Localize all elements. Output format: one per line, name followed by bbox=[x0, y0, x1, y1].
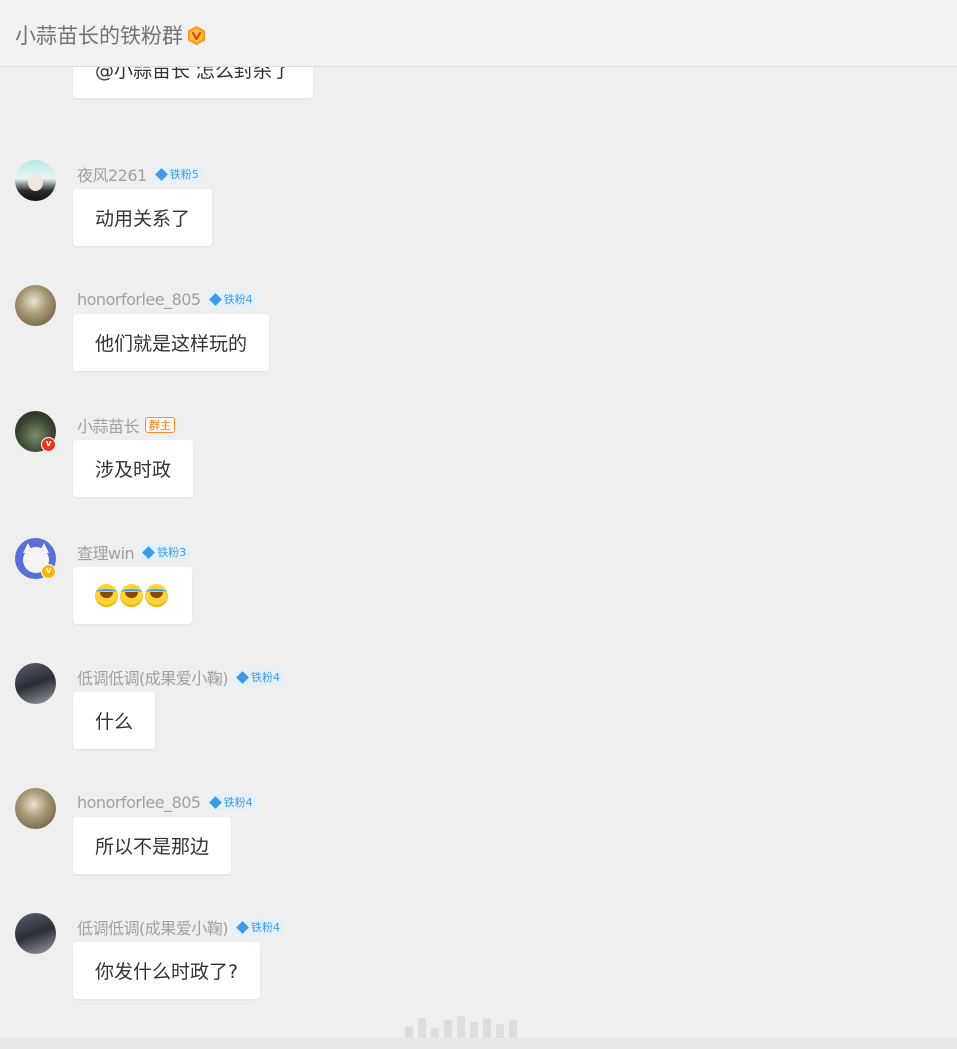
diamond-icon bbox=[236, 920, 249, 934]
sender-info: honorforlee_805 铁粉4 bbox=[77, 289, 257, 309]
avatar[interactable]: v bbox=[15, 538, 56, 579]
laugh-cry-emoji bbox=[145, 584, 168, 607]
sender-info: 夜风2261 铁粉5 bbox=[77, 162, 203, 186]
v-vip-icon bbox=[186, 25, 207, 46]
sender-info: 小蒜苗长 群主 bbox=[77, 413, 176, 437]
sender-info: 低调低调(成果爱小鞠) 铁粉4 bbox=[77, 665, 284, 689]
message-bubble[interactable]: @小蒜苗长 怎么封杀了 bbox=[73, 67, 314, 98]
avatar[interactable] bbox=[15, 160, 56, 201]
sender-info: 低调低调(成果爱小鞠) 铁粉4 bbox=[77, 915, 284, 939]
sender-name[interactable]: 夜风2261 bbox=[77, 162, 147, 186]
avatar[interactable]: v bbox=[15, 411, 56, 452]
sender-name[interactable]: 低调低调(成果爱小鞠) bbox=[77, 915, 229, 939]
sender-name[interactable]: honorforlee_805 bbox=[77, 793, 201, 812]
avatar[interactable] bbox=[15, 788, 56, 829]
diamond-icon bbox=[208, 292, 222, 306]
message-bubble[interactable]: 你发什么时政了? bbox=[73, 942, 261, 999]
diamond-icon bbox=[208, 795, 222, 809]
diamond-icon bbox=[154, 167, 168, 181]
message-bubble[interactable]: 动用关系了 bbox=[73, 189, 213, 246]
watermark-bars bbox=[405, 1014, 517, 1040]
laugh-cry-emoji bbox=[120, 584, 143, 607]
chat-header: 小蒜苗长的铁粉群 bbox=[0, 0, 957, 67]
message-bubble[interactable] bbox=[73, 567, 192, 624]
diamond-icon bbox=[142, 545, 156, 559]
group-title[interactable]: 小蒜苗长的铁粉群 bbox=[15, 20, 207, 50]
message-list[interactable]: @小蒜苗长 怎么封杀了 夜风2261 铁粉5 动用关系了 honorforlee… bbox=[0, 67, 957, 1049]
avatar[interactable] bbox=[15, 663, 56, 704]
sender-name[interactable]: 低调低调(成果爱小鞠) bbox=[77, 665, 229, 689]
verified-v-icon: v bbox=[41, 564, 56, 579]
diamond-icon bbox=[236, 670, 249, 684]
message-bubble[interactable]: 他们就是这样玩的 bbox=[73, 314, 270, 371]
avatar[interactable] bbox=[15, 913, 56, 954]
fan-level-badge: 铁粉4 bbox=[234, 669, 284, 685]
sender-name[interactable]: 小蒜苗长 bbox=[77, 413, 140, 437]
sender-name[interactable]: 查理win bbox=[77, 540, 135, 564]
group-owner-badge: 群主 bbox=[145, 417, 176, 433]
message-bubble[interactable]: 什么 bbox=[73, 692, 156, 749]
verified-v-icon: v bbox=[41, 437, 56, 452]
fan-level-badge: 铁粉4 bbox=[206, 794, 257, 810]
fan-level-badge: 铁粉3 bbox=[140, 544, 191, 560]
avatar[interactable] bbox=[15, 285, 56, 326]
sender-name[interactable]: honorforlee_805 bbox=[77, 290, 201, 309]
sender-info: 查理win 铁粉3 bbox=[77, 540, 191, 564]
sender-info: honorforlee_805 铁粉4 bbox=[77, 792, 257, 812]
message-bubble[interactable]: 涉及时政 bbox=[73, 440, 194, 497]
fan-level-badge: 铁粉4 bbox=[234, 919, 284, 935]
message-bubble[interactable]: 所以不是那边 bbox=[73, 817, 232, 874]
bottom-bar bbox=[0, 1038, 957, 1049]
fan-level-badge: 铁粉5 bbox=[152, 166, 203, 182]
laugh-cry-emoji bbox=[95, 584, 118, 607]
fan-level-badge: 铁粉4 bbox=[206, 291, 257, 307]
